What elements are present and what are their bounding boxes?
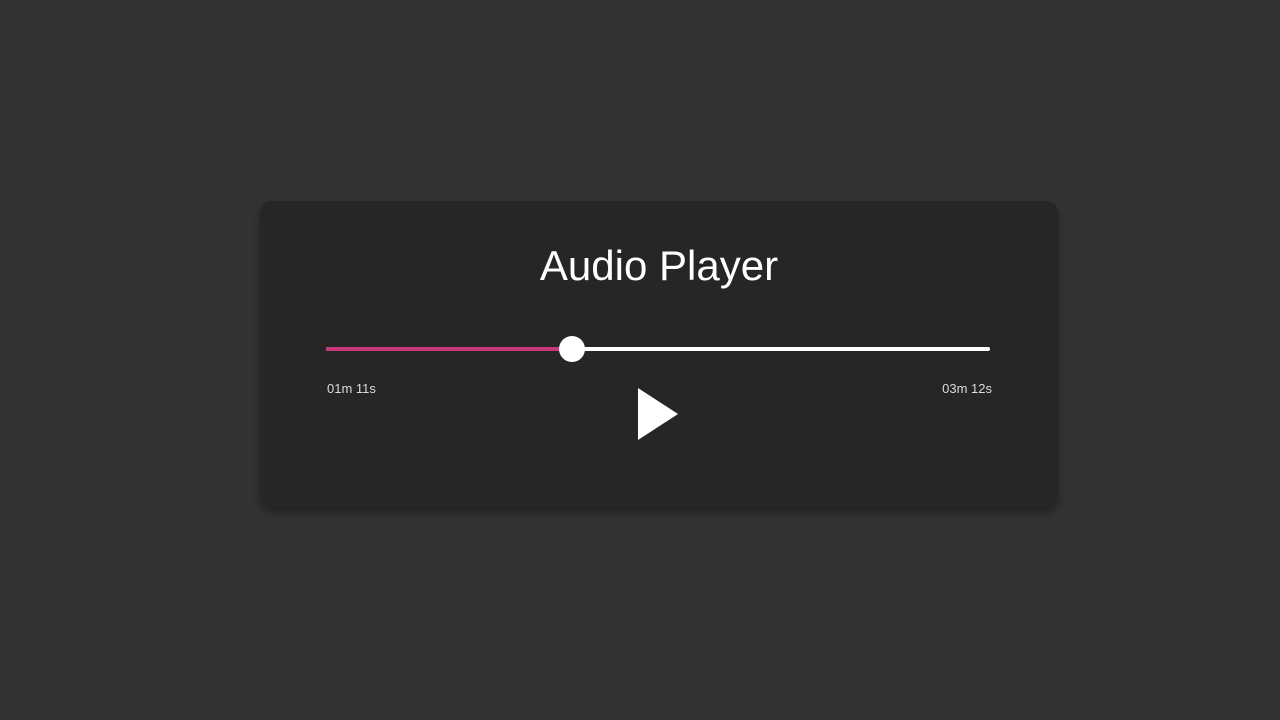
player-title: Audio Player — [539, 242, 779, 289]
seek-slider[interactable] — [326, 336, 990, 362]
seek-progress-fill — [326, 347, 572, 351]
current-time: 01m 11s — [327, 381, 376, 396]
play-button[interactable] — [636, 386, 680, 442]
seek-thumb[interactable] — [558, 336, 585, 362]
audio-player-card: Audio Player 01m 11s 03m 12s — [260, 201, 1058, 507]
play-icon — [638, 388, 678, 440]
total-duration: 03m 12s — [942, 381, 992, 396]
seek-track[interactable] — [326, 347, 990, 351]
